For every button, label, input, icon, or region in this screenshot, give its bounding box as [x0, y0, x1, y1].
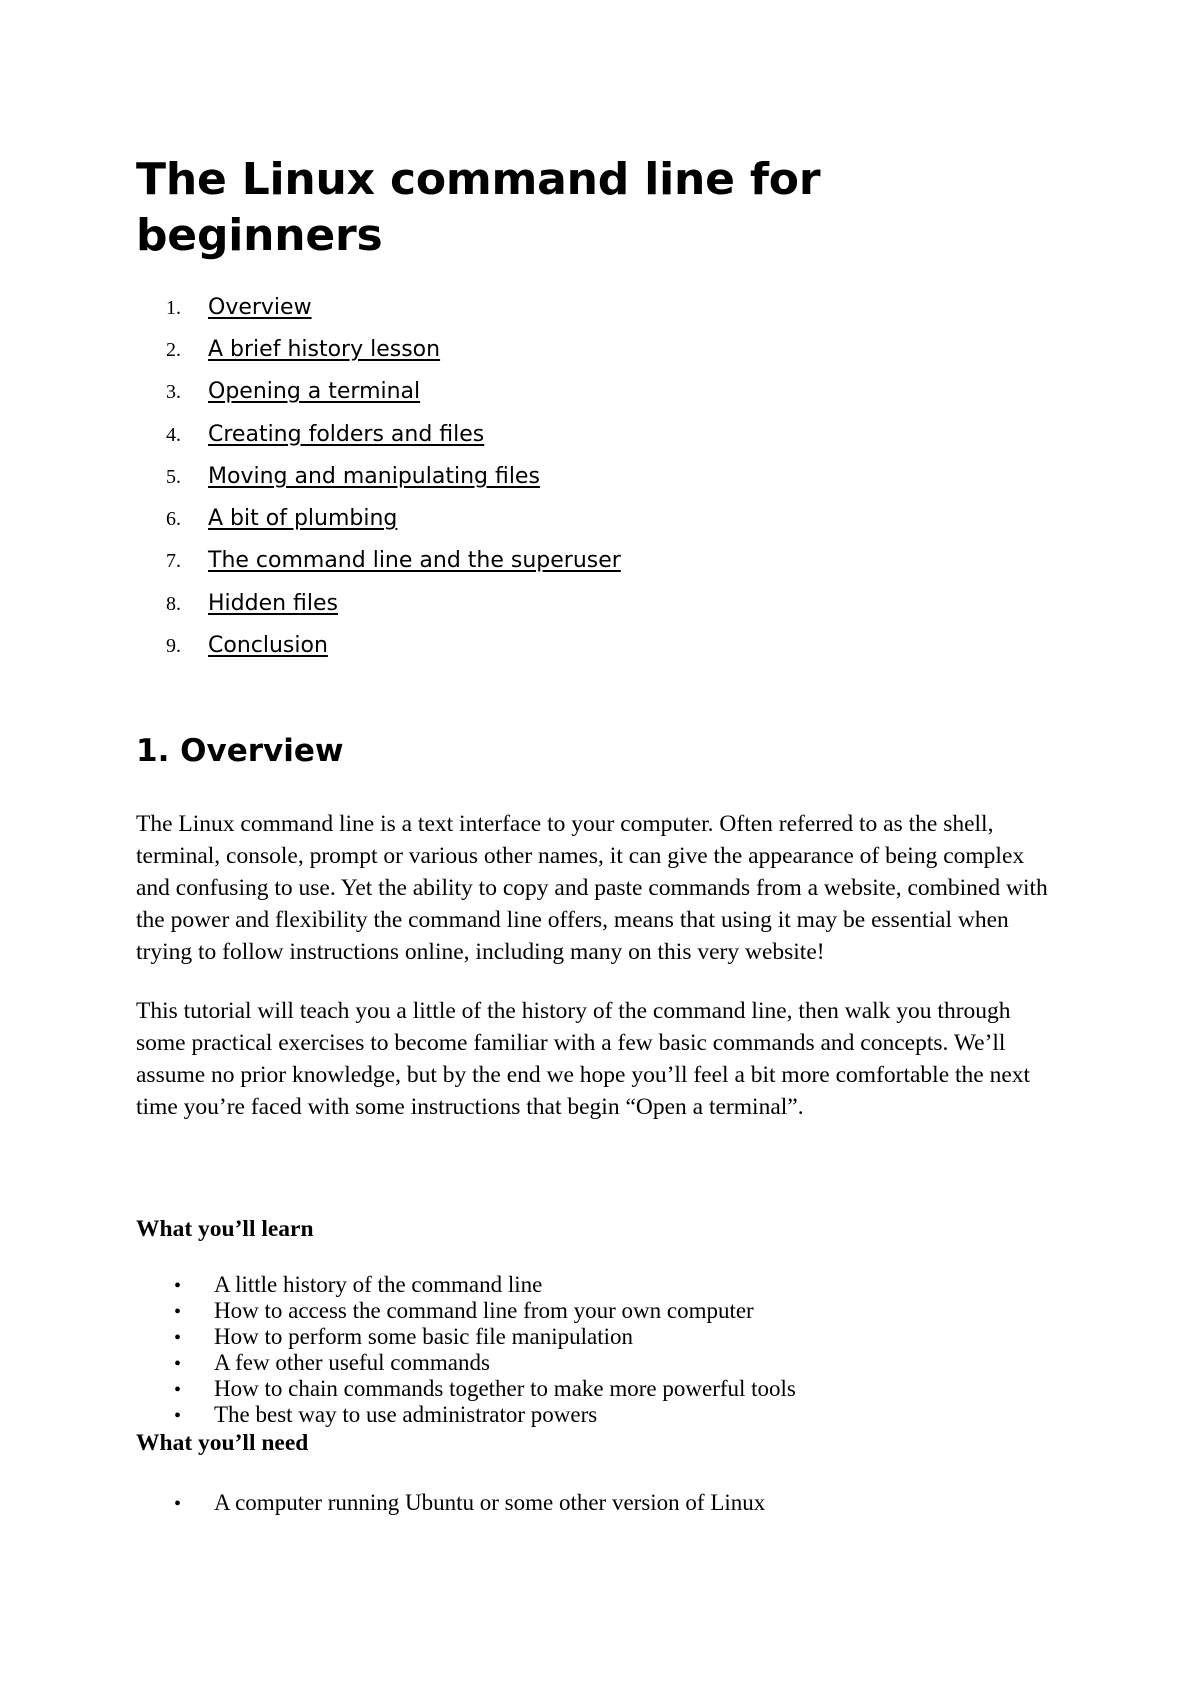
- list-item-label: How to access the command line from your…: [214, 1297, 754, 1323]
- toc-item-number: 8.: [166, 592, 181, 615]
- overview-paragraph-2: This tutorial will teach you a little of…: [136, 998, 1031, 1121]
- toc-link-creating-folders-and-files[interactable]: Creating folders and files: [208, 422, 484, 447]
- toc-item-number: 1.: [166, 296, 181, 319]
- bullet-icon: •: [174, 1405, 182, 1428]
- list-item: 1. Overview: [136, 295, 1060, 320]
- toc-link-hidden-files[interactable]: Hidden files: [208, 591, 338, 616]
- bullet-icon: •: [174, 1326, 182, 1349]
- toc-link-a-bit-of-plumbing[interactable]: A bit of plumbing: [208, 506, 397, 531]
- toc-link-opening-a-terminal[interactable]: Opening a terminal: [208, 379, 420, 404]
- list-item-label: A little history of the command line: [214, 1271, 543, 1297]
- list-item: 3. Opening a terminal: [136, 379, 1060, 404]
- list-item: 4. Creating folders and files: [136, 422, 1060, 447]
- list-item-label: The best way to use administrator powers: [214, 1402, 598, 1428]
- list-item-label: A few other useful commands: [214, 1349, 490, 1375]
- what-youll-need-list: • A computer running Ubuntu or some othe…: [136, 1459, 1060, 1516]
- list-item-label: A computer running Ubuntu or some other …: [214, 1489, 766, 1515]
- page-title: The Linux command line for beginners: [136, 154, 821, 262]
- sub-heading-what-youll-need: What you’ll need: [136, 1430, 309, 1457]
- toc-link-overview[interactable]: Overview: [208, 295, 312, 320]
- toc-item-number: 6.: [166, 508, 181, 531]
- list-item: • How to perform some basic file manipul…: [136, 1324, 1060, 1350]
- document-content: The Linux command line for beginners 1. …: [136, 0, 1060, 1516]
- list-item: • How to access the command line from yo…: [136, 1298, 1060, 1324]
- table-of-contents: 1. Overview 2. A brief history lesson 3.…: [136, 265, 1060, 659]
- toc-item-number: 3.: [166, 381, 181, 404]
- list-item: • The best way to use administrator powe…: [136, 1402, 1060, 1428]
- list-item: • A computer running Ubuntu or some othe…: [136, 1490, 1060, 1516]
- list-item: 2. A brief history lesson: [136, 337, 1060, 362]
- list-item: • A few other useful commands: [136, 1350, 1060, 1376]
- list-item: 6. A bit of plumbing: [136, 506, 1060, 531]
- section-heading-overview: 1. Overview: [136, 733, 344, 770]
- toc-link-moving-and-manipulating-files[interactable]: Moving and manipulating files: [208, 464, 540, 489]
- toc-link-the-command-line-and-the-superuser[interactable]: The command line and the superuser: [208, 548, 621, 573]
- sub-heading-what-youll-learn: What you’ll learn: [136, 1216, 314, 1243]
- list-item: • How to chain commands together to make…: [136, 1376, 1060, 1402]
- toc-item-number: 4.: [166, 423, 181, 446]
- toc-item-number: 9.: [166, 635, 181, 657]
- bullet-icon: •: [174, 1378, 182, 1401]
- toc-item-number: 7.: [166, 550, 181, 573]
- list-item-label: How to chain commands together to make m…: [214, 1375, 796, 1401]
- bullet-icon: •: [174, 1274, 182, 1297]
- overview-paragraph-1: The Linux command line is a text interfa…: [136, 811, 1048, 966]
- document-page: The Linux command line for beginners 1. …: [0, 0, 1200, 1698]
- toc-link-conclusion[interactable]: Conclusion: [208, 633, 328, 658]
- list-item-label: How to perform some basic file manipulat…: [214, 1323, 634, 1349]
- list-item: 7. The command line and the superuser: [136, 548, 1060, 573]
- list-item: 9. Conclusion: [136, 633, 1060, 658]
- bullet-icon: •: [174, 1352, 182, 1375]
- list-item: 8. Hidden files: [136, 591, 1060, 616]
- bullet-icon: •: [174, 1300, 182, 1323]
- list-item: • A little history of the command line: [136, 1272, 1060, 1298]
- toc-link-a-brief-history-lesson[interactable]: A brief history lesson: [208, 337, 440, 362]
- bullet-icon: •: [174, 1492, 182, 1515]
- list-item: 5. Moving and manipulating files: [136, 464, 1060, 489]
- toc-item-number: 5.: [166, 465, 181, 488]
- toc-item-number: 2.: [166, 338, 181, 361]
- what-youll-learn-list: • A little history of the command line •…: [136, 1245, 1060, 1429]
